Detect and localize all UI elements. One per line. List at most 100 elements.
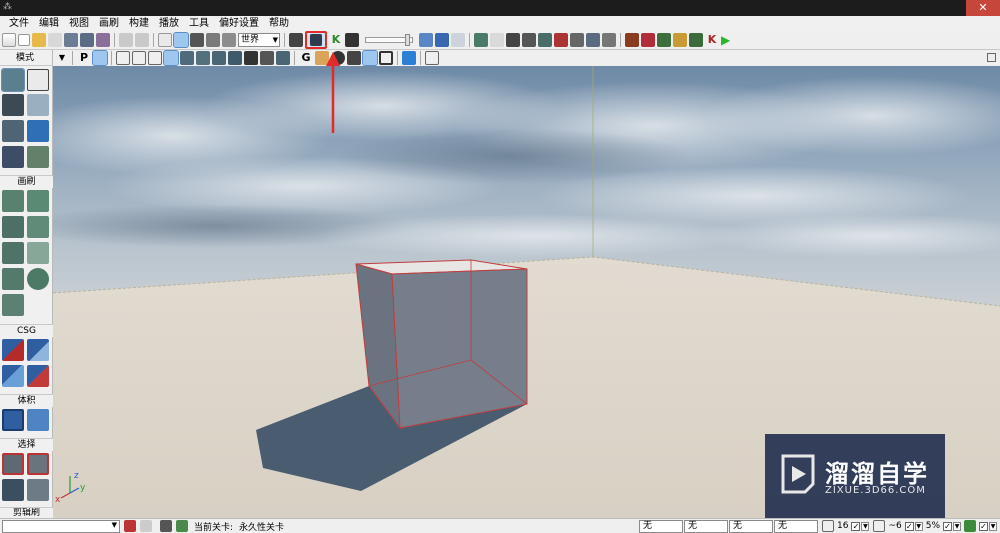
lit-icon[interactable]	[163, 50, 179, 66]
realtime-audio-icon[interactable]	[315, 51, 329, 65]
save-icon[interactable]	[64, 33, 78, 47]
menu-edit[interactable]: 编辑	[34, 16, 64, 31]
realtime-preview-icon[interactable]	[362, 50, 378, 66]
stairs-brush-icon[interactable]	[2, 216, 24, 238]
content-browser-button[interactable]	[305, 31, 327, 49]
foliage-mode-icon[interactable]	[27, 146, 49, 168]
slider-thumb[interactable]	[405, 34, 410, 46]
publish-icon[interactable]	[641, 33, 655, 47]
add-volume-icon[interactable]	[2, 409, 24, 431]
realtime-icon[interactable]	[435, 33, 449, 47]
scale-snap-checkbox[interactable]: ✓	[943, 521, 952, 531]
build-geometry-icon[interactable]	[474, 33, 488, 47]
csg-add-icon[interactable]	[2, 339, 24, 361]
curved-stairs-icon[interactable]	[2, 242, 24, 264]
status-field-4[interactable]: 无	[773, 519, 818, 533]
csg-subtract-icon[interactable]	[27, 339, 49, 361]
kismet-icon[interactable]: K	[329, 33, 343, 47]
detail-lighting-icon[interactable]	[180, 51, 194, 65]
menu-play[interactable]: 播放	[154, 16, 184, 31]
menu-build[interactable]: 构建	[124, 16, 154, 31]
status-dropdown[interactable]: ▼	[2, 519, 120, 533]
hide-selected-icon[interactable]	[27, 453, 49, 475]
translate-icon[interactable]	[173, 32, 189, 48]
cylinder-brush-icon[interactable]	[27, 216, 49, 238]
camera-mode-icon[interactable]	[1, 68, 25, 92]
drag-grid-icon[interactable]	[124, 520, 136, 532]
grid-dropdown-icon[interactable]: ▼	[861, 521, 870, 531]
coordinate-system-select[interactable]: 世界 ▼	[238, 33, 280, 47]
top-view-icon[interactable]	[92, 50, 108, 66]
status-field-2[interactable]: 无	[683, 519, 728, 533]
volume-list-icon[interactable]	[27, 409, 49, 431]
sphere-brush-icon[interactable]	[27, 268, 49, 290]
menu-help[interactable]: 帮助	[264, 16, 294, 31]
film-icon[interactable]	[160, 520, 172, 532]
reflections-icon[interactable]	[276, 51, 290, 65]
brush-wireframe-icon[interactable]	[132, 51, 146, 65]
select-invert-icon[interactable]	[2, 479, 24, 501]
lightmap-density-icon[interactable]	[260, 51, 274, 65]
build-paths-icon[interactable]	[506, 33, 520, 47]
redo-icon[interactable]	[135, 33, 149, 47]
rotate-icon[interactable]	[190, 33, 204, 47]
terrain-mode-icon[interactable]	[2, 94, 24, 116]
undo-icon[interactable]	[119, 33, 133, 47]
square-frame-icon[interactable]	[379, 51, 393, 65]
rotation-dropdown-icon[interactable]: ▼	[914, 521, 923, 531]
new-dropdown-icon[interactable]	[18, 34, 30, 46]
move-mode-icon[interactable]	[27, 94, 49, 116]
joystick-icon[interactable]	[347, 51, 361, 65]
wireframe-icon[interactable]	[116, 51, 130, 65]
package-icon[interactable]	[673, 33, 687, 47]
grid-snap-checkbox[interactable]: ✓	[851, 521, 861, 531]
game-view-icon[interactable]: G	[299, 51, 313, 65]
menu-view[interactable]: 视图	[64, 16, 94, 31]
csg-intersect-icon[interactable]	[2, 365, 24, 387]
autosave-dropdown-icon[interactable]: ▼	[989, 521, 997, 531]
csg-deintersect-icon[interactable]	[27, 365, 49, 387]
kismet-play-icon[interactable]: K	[705, 33, 719, 47]
favorites-icon[interactable]	[48, 33, 62, 47]
menu-brush[interactable]: 画刷	[94, 16, 124, 31]
grid-snap-icon[interactable]	[821, 520, 834, 532]
scale-icon[interactable]	[206, 33, 220, 47]
chevron-down-icon[interactable]: ▼	[56, 52, 68, 64]
light-icon[interactable]	[140, 520, 152, 532]
close-window-button[interactable]: ✕	[966, 0, 1000, 16]
non-uniform-scale-icon[interactable]	[222, 33, 236, 47]
play-button[interactable]: ▶	[721, 33, 735, 47]
search-binoculars-icon[interactable]	[289, 33, 303, 47]
volumetric-brush-icon[interactable]	[2, 294, 24, 316]
scale-dropdown-icon[interactable]: ▼	[953, 521, 961, 531]
save-all-icon[interactable]	[80, 33, 94, 47]
book-icon[interactable]	[625, 33, 639, 47]
clapboard-icon[interactable]	[345, 33, 359, 47]
level-eye-icon[interactable]	[176, 520, 188, 532]
new-file-icon[interactable]	[2, 33, 16, 47]
mesh-paint-icon[interactable]	[27, 120, 49, 142]
landscape-mode-icon[interactable]	[2, 146, 24, 168]
toolbar-slider[interactable]	[365, 34, 413, 46]
save-current-icon[interactable]	[96, 33, 110, 47]
cone-brush-icon[interactable]	[27, 190, 49, 212]
lighting-only-icon[interactable]	[196, 51, 210, 65]
sheet-brush-icon[interactable]	[27, 242, 49, 264]
unlit-icon[interactable]	[148, 51, 162, 65]
perspective-toggle-icon[interactable]: P	[77, 51, 91, 65]
select-all-icon[interactable]	[27, 479, 49, 501]
spiral-stairs-icon[interactable]	[2, 268, 24, 290]
status-field-1[interactable]: 无	[638, 519, 683, 533]
view-mode-icon[interactable]	[419, 33, 433, 47]
cube-brush-icon[interactable]	[2, 190, 24, 212]
select-arrow-icon[interactable]	[158, 33, 172, 47]
status-field-3[interactable]: 无	[728, 519, 773, 533]
maximize-viewport-icon[interactable]	[425, 51, 439, 65]
rotation-snap-checkbox[interactable]: ✓	[904, 521, 914, 531]
show-selected-icon[interactable]	[2, 453, 24, 475]
open-folder-icon[interactable]	[32, 33, 46, 47]
play-in-editor-icon[interactable]	[689, 33, 703, 47]
viewport-options-icon[interactable]	[987, 53, 996, 62]
texture-align-icon[interactable]	[2, 120, 24, 142]
build-lighting-icon[interactable]	[490, 33, 504, 47]
